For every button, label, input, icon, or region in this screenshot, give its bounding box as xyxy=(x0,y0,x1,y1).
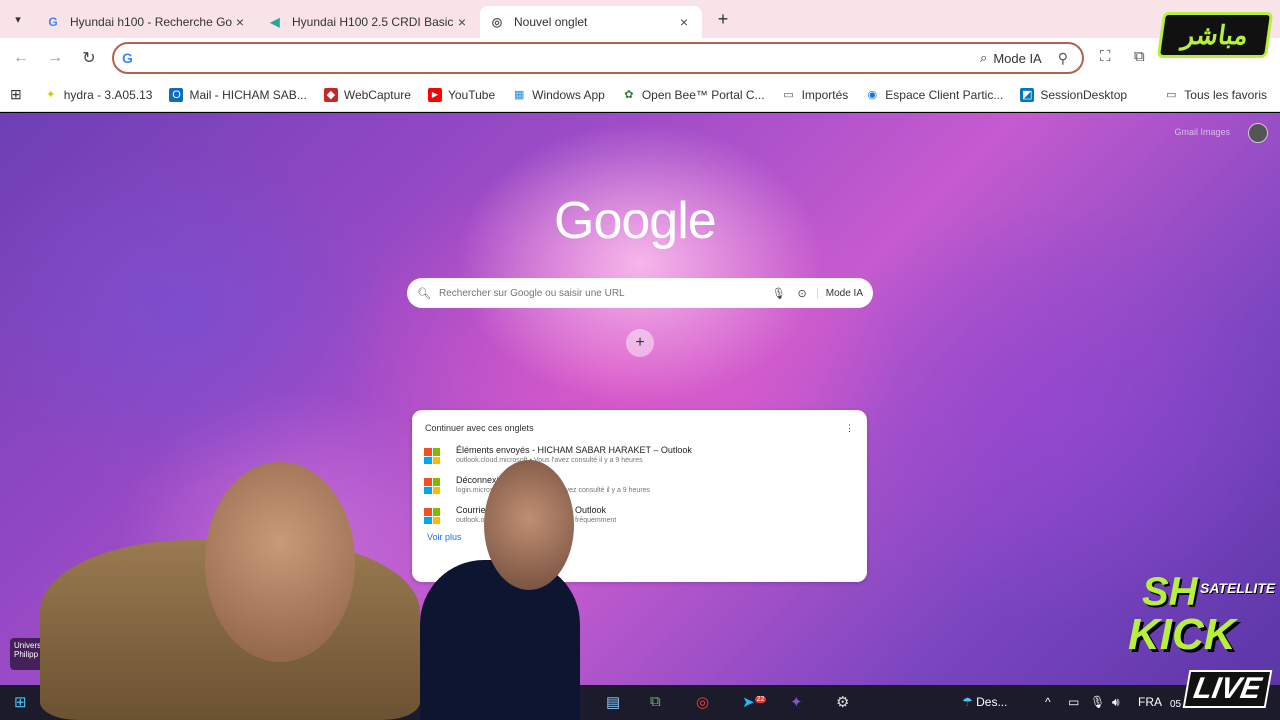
youtube-icon: ▶ xyxy=(427,87,442,102)
microsoft-icon xyxy=(424,478,440,494)
card-title: Continuer avec ces onglets xyxy=(425,423,534,433)
bookmark-webcapture[interactable]: ◆ WebCapture xyxy=(323,87,411,102)
notification-badge: 22 xyxy=(754,696,767,703)
list-item[interactable]: Déconnexionlogin.microsoftonline.com • V… xyxy=(412,475,867,494)
tab-title: Hyundai h100 - Recherche Goo xyxy=(70,15,232,29)
plus-icon: + xyxy=(635,334,645,351)
mode-ia-button[interactable]: ⌕ Mode IA xyxy=(980,50,1042,66)
outlook-icon: O xyxy=(169,87,184,102)
see-more-link[interactable]: Voir plus xyxy=(412,524,867,550)
microsoft-icon xyxy=(424,448,440,464)
webcapture-icon: ◆ xyxy=(323,87,338,102)
browser-toolbar: ← → ↻ G ⌕ Mode IA ⚲ ⛶ ⧉ xyxy=(0,38,1280,78)
google-search-box[interactable]: 🔍︎ 🎙︎ ⊙ Mode IA xyxy=(407,278,873,308)
microphone-icon[interactable]: 🎙︎ xyxy=(1090,695,1105,709)
folder-icon: ▭ xyxy=(783,89,794,101)
search-icon: 🔍︎ xyxy=(417,287,431,300)
google-icon: G xyxy=(122,50,133,66)
espace-icon: ◉ xyxy=(867,89,878,101)
bookmark-mail[interactable]: O Mail - HICHAM SAB... xyxy=(169,87,307,102)
continue-tabs-card: Continuer avec ces onglets ⋮ Éléments env… xyxy=(412,410,867,582)
reload-icon: ↻ xyxy=(82,50,96,67)
bookmark-windows-app[interactable]: ▦ Windows App xyxy=(512,88,605,102)
bookmark-session-desktop[interactable]: ◩ SessionDesktop xyxy=(1020,87,1127,102)
all-bookmarks-folder[interactable]: ▭ Tous les favoris xyxy=(1164,88,1267,102)
apps-icon[interactable]: ⊞ xyxy=(10,86,22,103)
tab-title: Hyundai H100 2.5 CRDI Basic 6l xyxy=(292,15,454,29)
google-top-links[interactable]: Gmail Images xyxy=(1174,127,1230,137)
ai-search-icon: ⌕ xyxy=(980,50,988,65)
add-shortcut-button[interactable]: + xyxy=(626,329,654,357)
hydra-icon: ✦ xyxy=(46,89,56,101)
google-logo: Google xyxy=(554,192,717,250)
search-mode-ia-button[interactable]: Mode IA xyxy=(816,287,863,299)
reload-button[interactable]: ↻ xyxy=(72,48,106,68)
windows-icon: ▦ xyxy=(513,89,525,101)
close-icon[interactable]: × xyxy=(676,14,692,30)
person-right-head xyxy=(484,460,574,590)
omnibox-input[interactable] xyxy=(140,50,981,66)
mode-ia-label: Mode IA xyxy=(993,50,1042,66)
zoom-icon[interactable]: ⚲ xyxy=(1058,50,1068,67)
weather-widget[interactable]: ☂ Des... xyxy=(962,695,1007,709)
bookmark-espace-client[interactable]: ◉ Espace Client Partic... xyxy=(865,88,1003,102)
start-icon[interactable]: ⊞ xyxy=(14,693,27,711)
new-tab-button[interactable]: + xyxy=(708,9,738,30)
tab-search-button[interactable]: ▾ xyxy=(0,0,36,38)
app-icon[interactable]: ⧉ xyxy=(650,693,661,710)
tab-hyundai-site[interactable]: ◀ Hyundai H100 2.5 CRDI Basic 6l × xyxy=(258,6,480,38)
address-bar[interactable]: G ⌕ Mode IA ⚲ xyxy=(112,42,1084,74)
microphone-icon[interactable]: 🎙︎ xyxy=(772,287,786,300)
close-icon[interactable]: × xyxy=(232,14,248,30)
more-vert-icon[interactable]: ⋮ xyxy=(845,423,854,434)
chevron-up-icon[interactable]: ^ xyxy=(1045,695,1051,709)
chrome-icon: ◎ xyxy=(491,15,503,29)
back-button[interactable]: ← xyxy=(4,49,38,67)
plus-icon: + xyxy=(717,8,729,29)
umbrella-icon: ☂ xyxy=(962,695,973,709)
bookmark-youtube[interactable]: ▶ YouTube xyxy=(427,87,495,102)
tab-strip: ▾ G Hyundai h100 - Recherche Goo × ◀ Hyu… xyxy=(0,0,1280,38)
chrome-taskbar-icon[interactable]: ◎ xyxy=(696,693,709,711)
close-icon[interactable]: × xyxy=(454,14,470,30)
folder-icon: ▭ xyxy=(1166,89,1177,101)
google-icon: G xyxy=(48,15,58,29)
volume-icon[interactable]: 🔊︎ xyxy=(1112,695,1120,710)
bookmarks-bar: ⊞ ✦ hydra - 3.A05.13 O Mail - HICHAM SAB..… xyxy=(0,78,1280,112)
lens-icon[interactable]: ⊙ xyxy=(798,287,807,300)
list-item[interactable]: Courrier - HICHAM SABAR – Outlookoutlook… xyxy=(412,505,867,524)
arrow-left-icon: ← xyxy=(13,49,29,66)
sh-satellite-kick-logo: SH SATELLITE KICK LIVE xyxy=(1128,570,1278,710)
bookmark-hydra[interactable]: ✦ hydra - 3.A05.13 xyxy=(44,88,152,102)
bookmark-folder-importes[interactable]: ▭ Importés xyxy=(782,88,848,102)
openbee-icon: ✿ xyxy=(624,89,634,101)
app-icon[interactable]: ✦ xyxy=(790,693,803,711)
person-right-body xyxy=(420,560,580,720)
settings-icon[interactable]: ⚙ xyxy=(836,693,849,711)
session-icon: ◩ xyxy=(1020,87,1035,102)
microsoft-icon xyxy=(424,508,440,524)
bookmark-openbee[interactable]: ✿ Open Bee™ Portal C... xyxy=(622,88,764,102)
list-item[interactable]: Éléments envoyés - HICHAM SABAR HARAKET … xyxy=(412,445,867,464)
tab-title: Nouvel onglet xyxy=(514,15,588,29)
site-icon: ◀ xyxy=(270,15,280,29)
telegram-icon[interactable]: ➤ 22 xyxy=(742,693,767,711)
tab-new-tab[interactable]: ◎ Nouvel onglet × xyxy=(480,6,702,38)
search-input[interactable] xyxy=(438,287,760,299)
extensions-icon[interactable]: ⧉ xyxy=(1134,48,1145,65)
calculator-icon[interactable]: ▤ xyxy=(606,693,620,711)
avatar[interactable] xyxy=(1248,123,1268,143)
tab-google-search[interactable]: G Hyundai h100 - Recherche Goo × xyxy=(36,6,258,38)
chevron-down-icon: ▾ xyxy=(15,13,21,26)
arrow-right-icon: → xyxy=(47,49,63,66)
screenshot-extension-icon[interactable]: ⛶ xyxy=(1100,48,1111,65)
network-icon[interactable]: ▭ xyxy=(1068,695,1079,709)
person-left-head xyxy=(205,462,355,662)
forward-button[interactable]: → xyxy=(38,49,72,67)
live-arabic-badge: مباشر xyxy=(1156,12,1274,58)
